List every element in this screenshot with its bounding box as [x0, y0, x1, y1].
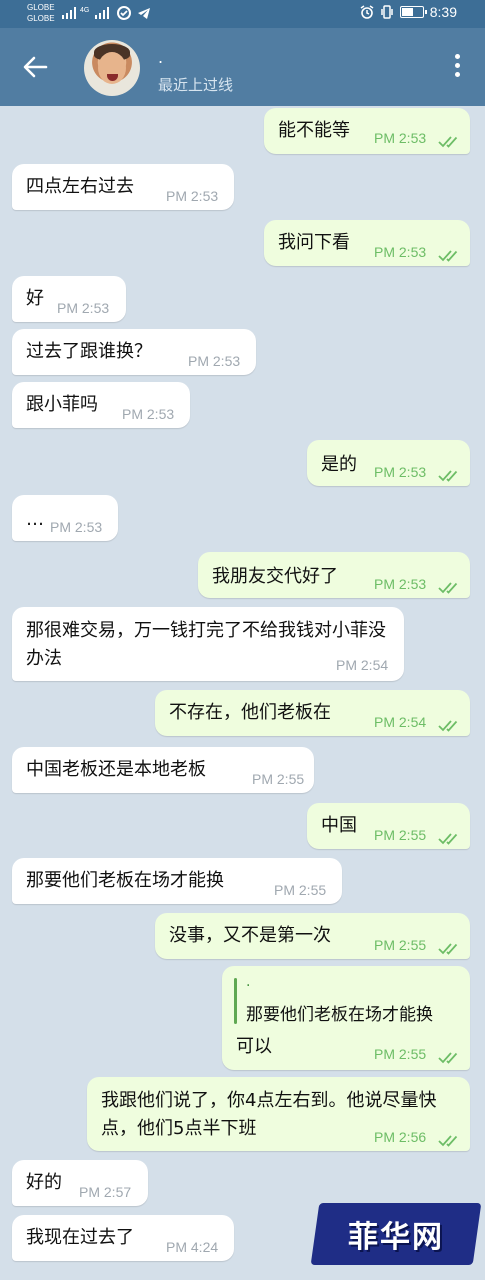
contact-name[interactable]: . [158, 48, 163, 67]
double-check-icon [438, 939, 462, 955]
incoming-message-bubble[interactable]: 好的 PM 2:57 [12, 1160, 148, 1206]
outgoing-message-bubble[interactable]: 我跟他们说了，你4点左右到。他说尽量快点，他们5点半下班 PM 2:56 [87, 1077, 470, 1151]
message-text: 是的 [321, 454, 357, 475]
back-arrow-icon[interactable] [22, 55, 48, 79]
message-time: PM 2:53 [57, 300, 110, 316]
message-time: PM 2:55 [374, 937, 427, 953]
double-check-icon [438, 132, 462, 148]
message-text: 跟小菲吗 [26, 394, 98, 415]
message-text: 能不能等 [278, 120, 350, 141]
message-time: PM 2:53 [374, 464, 427, 480]
chat-header: . 最近上过线 [0, 28, 485, 106]
incoming-message-bubble[interactable]: 那要他们老板在场才能换 PM 2:55 [12, 858, 342, 904]
status-bar: GLOBE GLOBE 4G 8:39 [0, 0, 485, 28]
vibrate-icon [381, 5, 393, 19]
message-time: PM 2:53 [166, 188, 219, 204]
message-time: PM 2:54 [336, 657, 389, 673]
message-text: 中国 [321, 815, 357, 836]
message-time: PM 2:53 [50, 519, 103, 535]
signal-icon [62, 7, 76, 19]
signal-icon-2 [95, 7, 110, 19]
battery-icon [399, 6, 427, 18]
message-time: PM 2:53 [374, 244, 427, 260]
message-time: PM 2:53 [374, 130, 427, 146]
message-text: 过去了跟谁换？ [26, 341, 152, 362]
message-time: PM 2:55 [374, 827, 427, 843]
message-text: … [26, 509, 44, 530]
incoming-message-bubble[interactable]: 中国老板还是本地老板 PM 2:55 [12, 747, 314, 793]
outgoing-message-bubble[interactable]: 我朋友交代好了 PM 2:53 [198, 552, 470, 598]
incoming-message-bubble[interactable]: 好 PM 2:53 [12, 276, 126, 322]
message-text: 好的 [26, 1172, 62, 1193]
message-text: 不存在，他们老板在 [169, 702, 331, 723]
outgoing-message-bubble[interactable]: 我问下看 PM 2:53 [264, 220, 470, 266]
double-check-icon [438, 578, 462, 594]
message-text: 我问下看 [278, 232, 350, 253]
telegram-icon [138, 7, 151, 19]
double-check-icon [438, 1131, 462, 1147]
message-time: PM 2:55 [374, 1046, 427, 1062]
message-time: PM 2:56 [374, 1129, 427, 1145]
incoming-message-bubble[interactable]: … PM 2:53 [12, 495, 118, 541]
message-text: 我现在过去了 [26, 1227, 134, 1248]
watermark-logo: 菲华网 [310, 1203, 482, 1265]
double-check-icon [438, 1048, 462, 1064]
incoming-message-bubble[interactable]: 过去了跟谁换？ PM 2:53 [12, 329, 256, 375]
vpn-shield-icon [117, 6, 132, 20]
message-text: 没事，又不是第一次 [169, 925, 331, 946]
watermark-text: 菲华网 [348, 1220, 444, 1255]
reply-quote-text[interactable]: 那要他们老板在场才能换 [246, 1000, 433, 1025]
message-time: PM 2:53 [122, 406, 175, 422]
incoming-message-bubble[interactable]: 我现在过去了 PM 4:24 [12, 1215, 234, 1261]
double-check-icon [438, 716, 462, 732]
incoming-message-bubble[interactable]: 跟小菲吗 PM 2:53 [12, 382, 190, 428]
network-badge: 4G [80, 6, 90, 14]
incoming-message-bubble[interactable]: 那很难交易，万一钱打完了不给我钱对小菲没办法 PM 2:54 [12, 607, 404, 681]
outgoing-message-bubble[interactable]: . 那要他们老板在场才能换可以 PM 2:55 [222, 966, 470, 1070]
clock: 8:39 [429, 4, 457, 20]
more-vertical-icon[interactable] [453, 54, 461, 80]
message-text: 好 [26, 288, 44, 309]
message-text: 四点左右过去 [26, 176, 134, 197]
status-right: 8:39 [360, 4, 457, 20]
message-time: PM 2:53 [188, 353, 241, 369]
message-text: 那要他们老板在场才能换 [26, 870, 224, 891]
alarm-icon [360, 5, 374, 19]
outgoing-message-bubble[interactable]: 是的 PM 2:53 [307, 440, 470, 486]
message-time: PM 2:57 [79, 1184, 132, 1200]
double-check-icon [438, 246, 462, 262]
message-time: PM 2:55 [274, 882, 327, 898]
outgoing-message-bubble[interactable]: 不存在，他们老板在 PM 2:54 [155, 690, 470, 736]
contact-status: 最近上过线 [158, 76, 234, 94]
status-left-icons: 4G [62, 6, 151, 20]
incoming-message-bubble[interactable]: 四点左右过去 PM 2:53 [12, 164, 234, 210]
contact-avatar[interactable] [84, 40, 140, 96]
message-time: PM 2:53 [374, 576, 427, 592]
message-time: PM 4:24 [166, 1239, 219, 1255]
outgoing-message-bubble[interactable]: 能不能等 PM 2:53 [264, 108, 470, 154]
battery-fill [401, 8, 414, 16]
double-check-icon [438, 829, 462, 845]
message-time: PM 2:54 [374, 714, 427, 730]
message-text: 可以 [236, 1036, 272, 1057]
message-text: 中国老板还是本地老板 [26, 759, 206, 780]
reply-quote-bar [234, 978, 237, 1024]
reply-quote-author[interactable]: . [246, 974, 250, 990]
double-check-icon [438, 466, 462, 482]
carrier-label-1: GLOBE [27, 3, 55, 12]
outgoing-message-bubble[interactable]: 中国 PM 2:55 [307, 803, 470, 849]
message-text: 我朋友交代好了 [212, 566, 338, 587]
outgoing-message-bubble[interactable]: 没事，又不是第一次 PM 2:55 [155, 913, 470, 959]
message-time: PM 2:55 [252, 771, 305, 787]
carrier-label-2: GLOBE [27, 14, 55, 23]
